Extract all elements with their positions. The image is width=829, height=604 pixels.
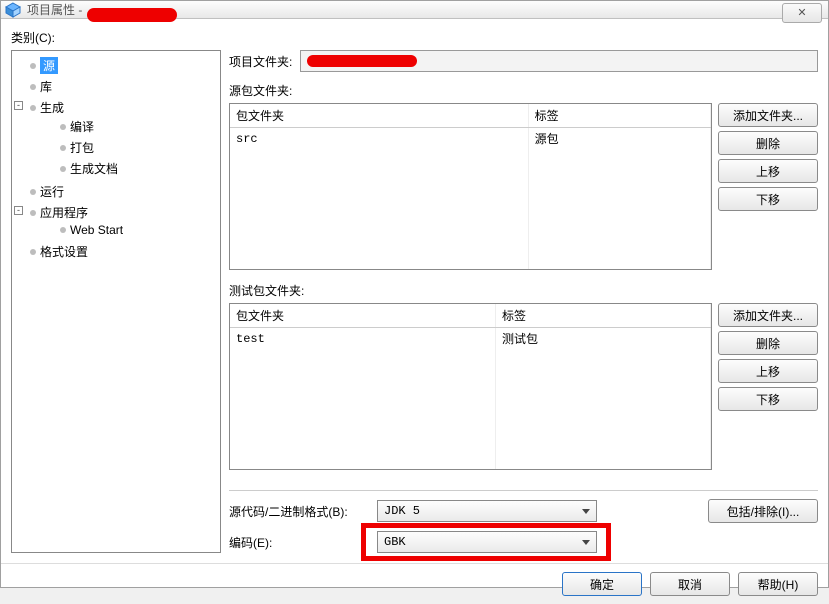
tree-node-run[interactable]: 运行: [40, 183, 64, 200]
tree-node-compile[interactable]: 编译: [70, 118, 94, 135]
bullet-icon: [60, 124, 66, 130]
tree-node-webstart[interactable]: Web Start: [70, 223, 123, 237]
close-icon: ✕: [797, 7, 806, 19]
bullet-icon: [30, 63, 36, 69]
remove-button[interactable]: 删除: [718, 331, 818, 355]
cell-folder: src: [230, 128, 528, 150]
test-folders-table[interactable]: 包文件夹 标签 test 测试包: [229, 303, 712, 470]
table-row[interactable]: src 源包: [230, 128, 711, 150]
test-pkg-label: 测试包文件夹:: [229, 282, 818, 299]
category-label: 类别(C):: [11, 29, 818, 46]
titlebar: 项目属性 - ✕: [1, 1, 828, 19]
dialog-footer: 确定 取消 帮助(H): [1, 563, 828, 604]
move-down-button[interactable]: 下移: [718, 387, 818, 411]
bullet-icon: [60, 227, 66, 233]
col-label[interactable]: 标签: [495, 304, 710, 328]
bullet-icon: [30, 189, 36, 195]
source-folders-table[interactable]: 包文件夹 标签 src 源包: [229, 103, 712, 270]
redaction-mark-icon: [87, 8, 177, 22]
right-pane: 项目文件夹: 源包文件夹: 包文件夹 标签: [229, 50, 818, 553]
close-button[interactable]: ✕: [782, 3, 822, 23]
col-folder[interactable]: 包文件夹: [230, 104, 528, 128]
project-properties-dialog: 项目属性 - ✕ 类别(C): 源 库: [0, 0, 829, 588]
window-title: 项目属性 -: [27, 1, 82, 18]
divider: [229, 490, 818, 491]
expander-icon[interactable]: -: [14, 206, 23, 215]
add-folder-button[interactable]: 添加文件夹...: [718, 103, 818, 127]
tree-node-lib[interactable]: 库: [40, 78, 52, 95]
tree-node-build[interactable]: 生成: [40, 99, 64, 116]
bullet-icon: [30, 210, 36, 216]
combo-value: GBK: [384, 535, 406, 549]
expander-icon[interactable]: -: [14, 101, 23, 110]
chevron-down-icon: [582, 509, 590, 514]
tree-node-builddoc[interactable]: 生成文档: [70, 160, 118, 177]
cell-label: 源包: [528, 128, 710, 150]
move-up-button[interactable]: 上移: [718, 159, 818, 183]
tree-node-app[interactable]: 应用程序: [40, 204, 88, 221]
bullet-icon: [60, 166, 66, 172]
bullet-icon: [60, 145, 66, 151]
dialog-body: 类别(C): 源 库 -: [1, 19, 828, 563]
source-pkg-label: 源包文件夹:: [229, 82, 818, 99]
category-tree[interactable]: 源 库 - 生成 编译: [11, 50, 221, 553]
encoding-combo[interactable]: GBK: [377, 531, 597, 553]
table-row[interactable]: test 测试包: [230, 328, 711, 350]
project-folder-field: [300, 50, 818, 72]
col-folder[interactable]: 包文件夹: [230, 304, 495, 328]
move-down-button[interactable]: 下移: [718, 187, 818, 211]
col-label[interactable]: 标签: [528, 104, 710, 128]
bullet-icon: [30, 105, 36, 111]
help-button[interactable]: 帮助(H): [738, 572, 818, 596]
move-up-button[interactable]: 上移: [718, 359, 818, 383]
bullet-icon: [30, 249, 36, 255]
tree-node-source[interactable]: 源: [40, 57, 58, 74]
combo-value: JDK 5: [384, 504, 420, 518]
app-cube-icon: [5, 2, 21, 18]
cell-folder: test: [230, 328, 495, 350]
project-folder-label: 项目文件夹:: [229, 53, 292, 70]
encoding-label: 编码(E):: [229, 534, 369, 551]
redaction-mark-icon: [307, 55, 417, 67]
cell-label: 测试包: [495, 328, 710, 350]
bullet-icon: [30, 84, 36, 90]
ok-button[interactable]: 确定: [562, 572, 642, 596]
cancel-button[interactable]: 取消: [650, 572, 730, 596]
remove-button[interactable]: 删除: [718, 131, 818, 155]
add-folder-button[interactable]: 添加文件夹...: [718, 303, 818, 327]
tree-node-format[interactable]: 格式设置: [40, 243, 88, 260]
src-bin-format-label: 源代码/二进制格式(B):: [229, 503, 369, 520]
chevron-down-icon: [582, 540, 590, 545]
jdk-format-combo[interactable]: JDK 5: [377, 500, 597, 522]
tree-node-pack[interactable]: 打包: [70, 139, 94, 156]
include-exclude-button[interactable]: 包括/排除(I)...: [708, 499, 818, 523]
